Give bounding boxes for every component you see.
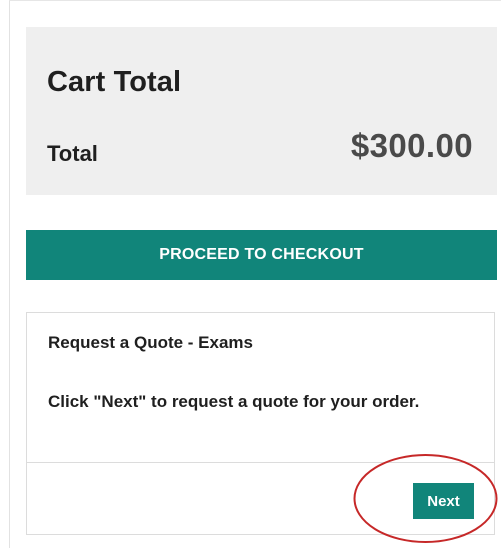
request-quote-card: Request a Quote - Exams Click "Next" to … bbox=[26, 312, 495, 535]
quote-title: Request a Quote - Exams bbox=[48, 333, 254, 352]
quote-message: Click "Next" to request a quote for your… bbox=[48, 392, 420, 411]
cart-total-title: Cart Total bbox=[47, 66, 182, 98]
total-amount: $300.00 bbox=[350, 127, 473, 164]
proceed-to-checkout-button[interactable]: PROCEED TO CHECKOUT bbox=[26, 230, 497, 280]
page-top-border bbox=[9, 0, 501, 1]
quote-divider bbox=[27, 462, 494, 463]
next-button[interactable]: Next bbox=[413, 483, 474, 519]
page-left-border bbox=[9, 0, 10, 548]
total-label: Total bbox=[47, 141, 98, 166]
cart-total-panel: Cart Total Total $300.00 bbox=[26, 27, 497, 195]
